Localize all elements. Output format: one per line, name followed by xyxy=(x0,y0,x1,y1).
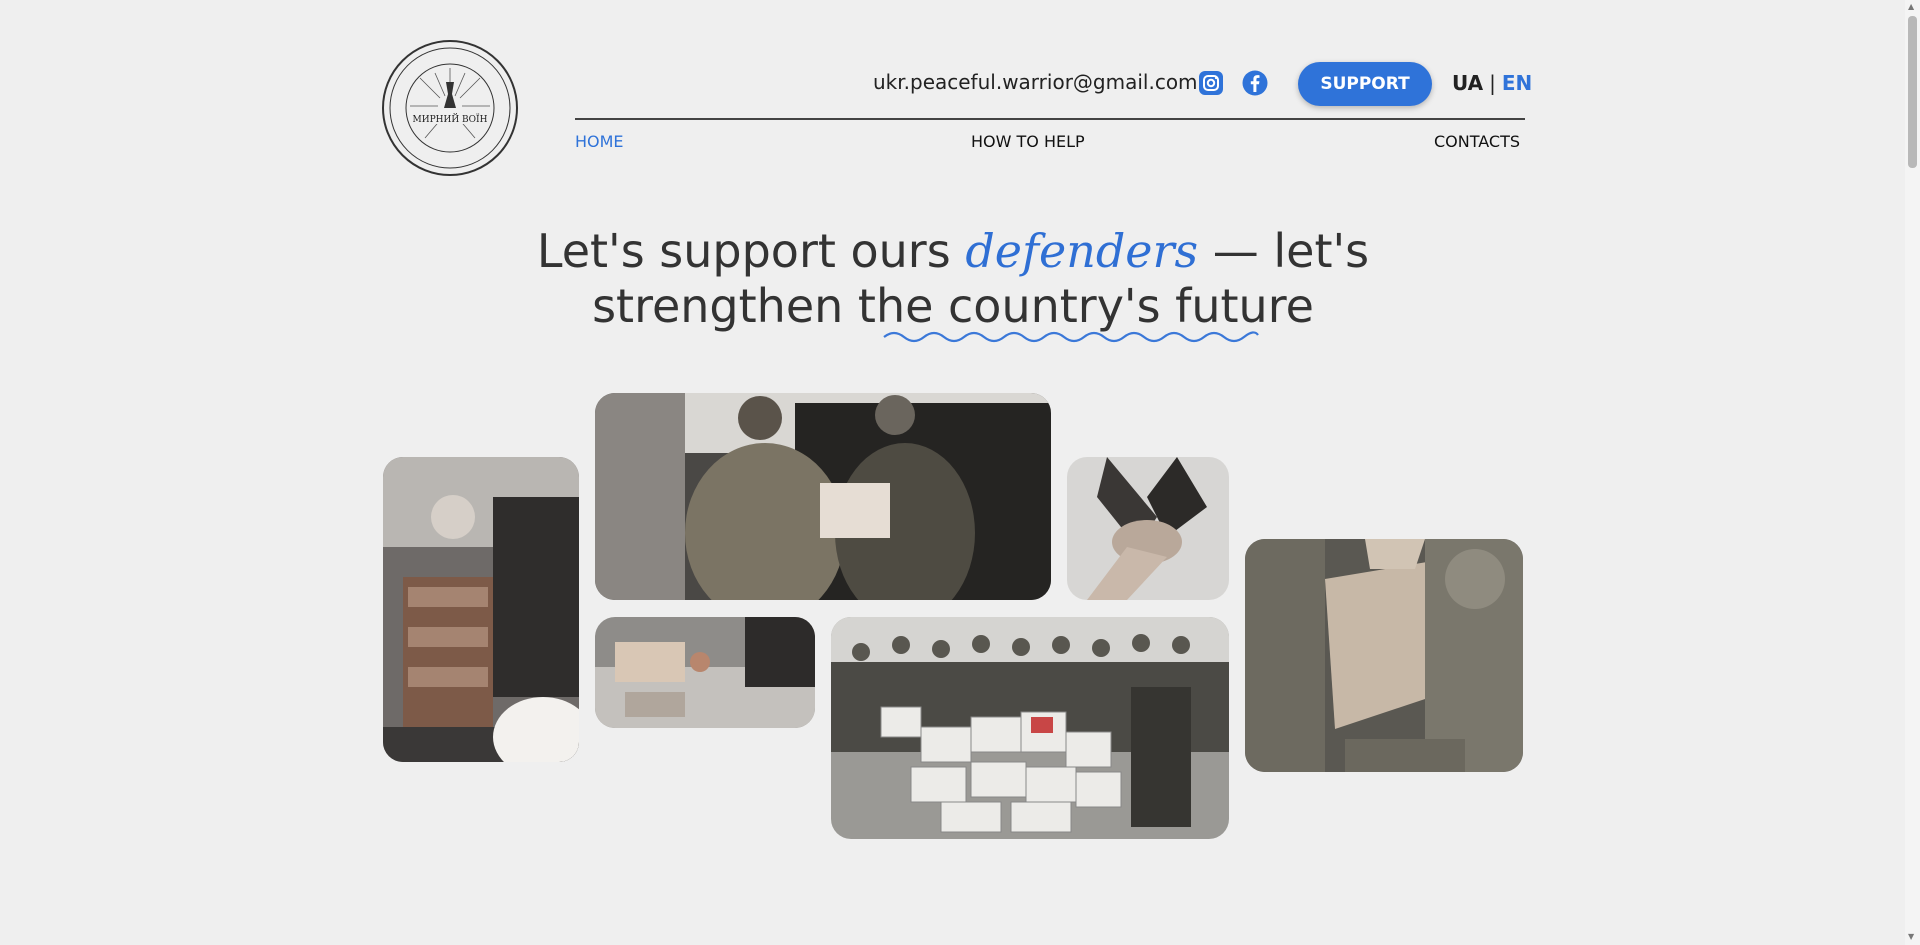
lang-en[interactable]: EN xyxy=(1502,71,1532,95)
photo-food-supplies xyxy=(595,617,815,728)
lang-separator: | xyxy=(1489,71,1496,95)
photo-group-with-boxes xyxy=(831,617,1229,839)
wave-underline xyxy=(883,331,1259,343)
contact-email[interactable]: ukr.peaceful.warrior@gmail.com xyxy=(873,70,1198,94)
logo-center-text: МИРНИЙ ВОЇН xyxy=(413,113,488,125)
photo-soldiers-van xyxy=(595,393,1051,600)
scroll-up-arrow-icon[interactable]: ▲ xyxy=(1908,2,1914,11)
logo[interactable]: МИРНИЙ ВОЇН xyxy=(380,38,520,178)
lang-ua[interactable]: UA xyxy=(1452,71,1483,95)
scrollbar-thumb[interactable] xyxy=(1908,16,1917,168)
photo-soldier-box xyxy=(1245,539,1523,772)
photo-volunteers-loading xyxy=(383,457,579,762)
nav-contacts[interactable]: CONTACTS xyxy=(1434,132,1520,151)
hero-heading-part1: Let's support ours xyxy=(536,224,966,278)
nav-home[interactable]: HOME xyxy=(575,132,624,151)
header-divider xyxy=(575,118,1525,120)
photo-holding-hands xyxy=(1067,457,1229,600)
language-switcher: UA | EN xyxy=(1452,71,1532,95)
nav-how-to-help[interactable]: HOW TO HELP xyxy=(971,132,1085,151)
facebook-icon[interactable] xyxy=(1242,70,1268,96)
hero-heading-accent: defenders xyxy=(965,224,1199,278)
scroll-down-arrow-icon[interactable]: ▼ xyxy=(1908,932,1914,941)
hero-heading-line2: strengthen the country's future xyxy=(592,279,1314,333)
support-button[interactable]: SUPPORT xyxy=(1298,62,1432,106)
instagram-icon[interactable] xyxy=(1198,70,1224,96)
hero-heading: Let's support ours defenders — let's str… xyxy=(480,224,1426,334)
hero-heading-part2: — let's xyxy=(1198,224,1370,278)
